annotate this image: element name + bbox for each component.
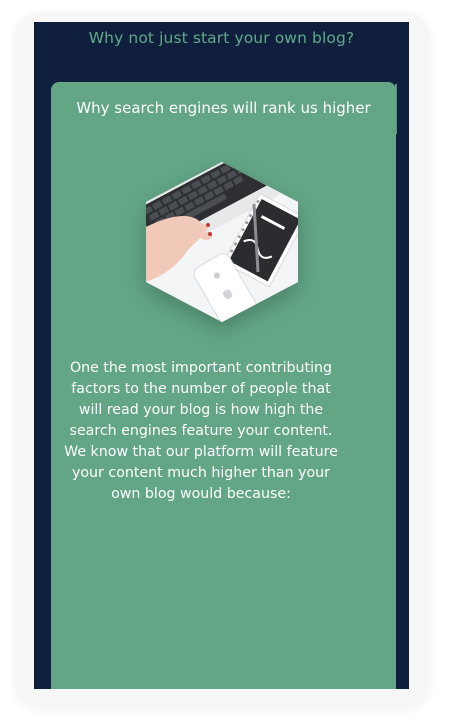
page-heading: Why not just start your own blog? xyxy=(88,29,355,47)
screen-edge xyxy=(34,22,36,689)
card-body-text: One the most important contributing fact… xyxy=(64,360,338,502)
card-title: Why search engines will rank us higher xyxy=(76,99,371,117)
laptop-phone-notebook-photo xyxy=(146,162,298,322)
feature-card: Why search engines will rank us higher O… xyxy=(51,82,396,689)
hexagon-image xyxy=(146,162,298,322)
phone-screen: Why not just start your own blog? Why se… xyxy=(34,22,409,689)
